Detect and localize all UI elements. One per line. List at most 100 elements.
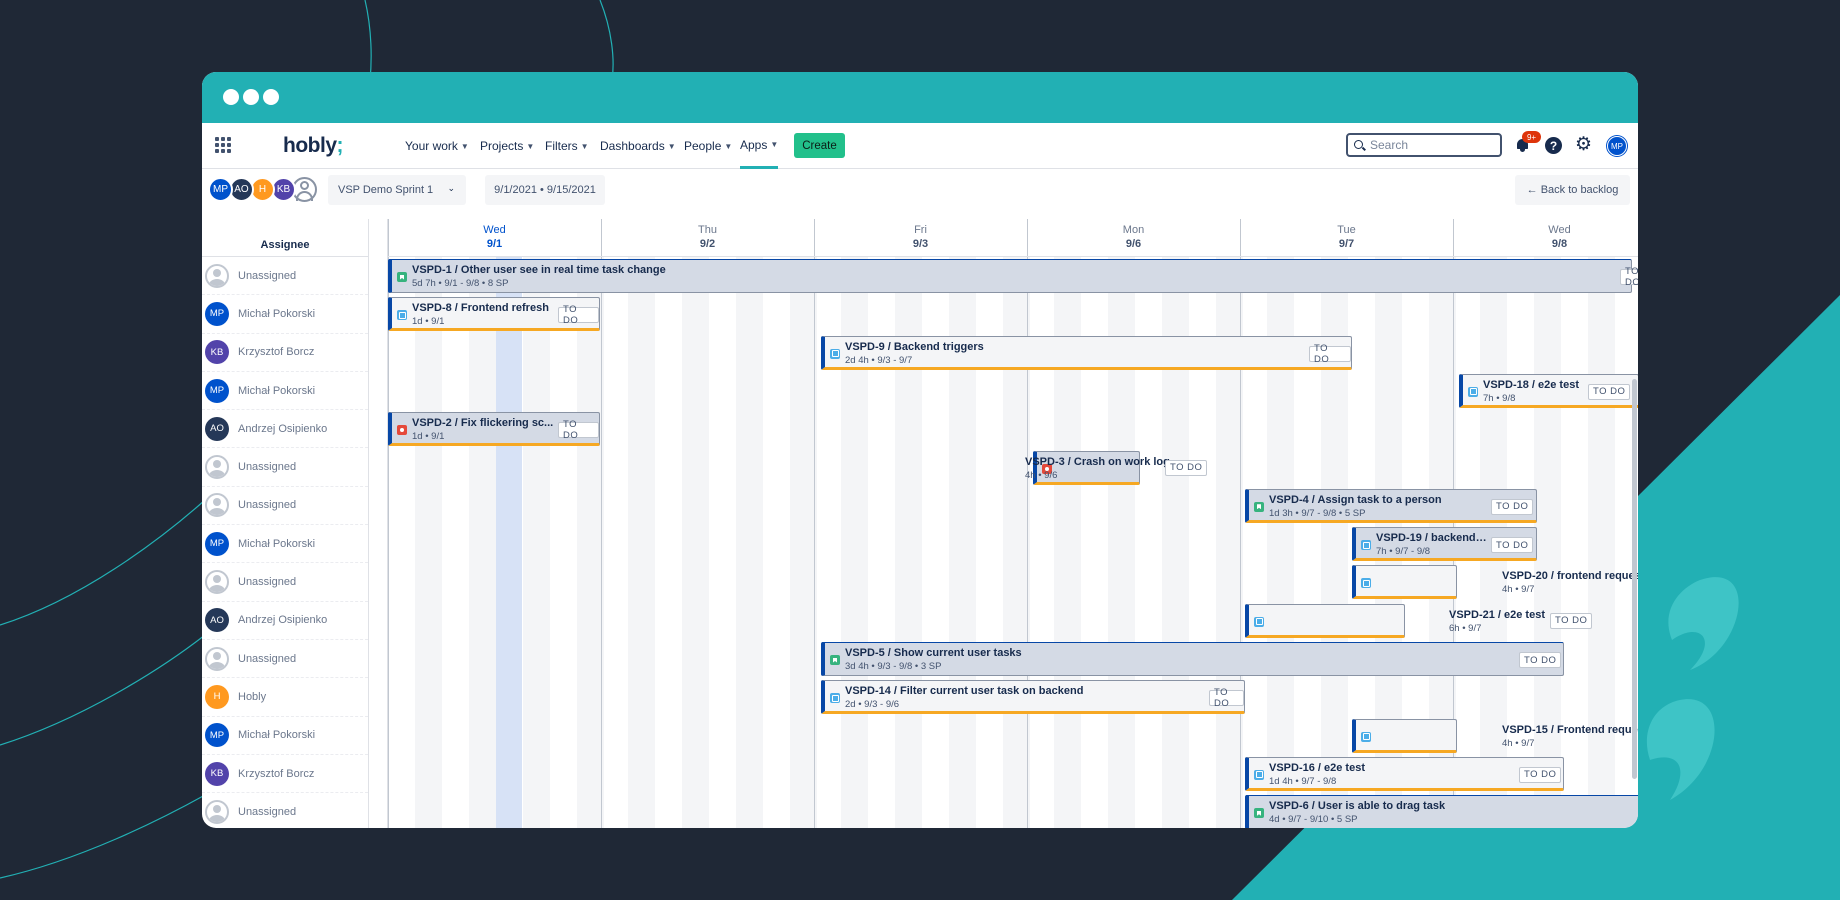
menu-filters[interactable]: Filters ▼	[545, 123, 589, 169]
hour-stripe	[415, 257, 442, 828]
user-avatar[interactable]: MP	[1607, 136, 1627, 156]
task-bar[interactable]: VSPD-6 / User is able to drag task 4d • 9…	[1245, 795, 1638, 828]
task-bar[interactable]: VSPD-19 / backend ... 7h • 9/7 - 9/8 TO DO	[1352, 527, 1537, 562]
hour-stripe	[736, 257, 763, 828]
filter-avatar-mp[interactable]: MP	[208, 177, 233, 202]
task-meta: 1d • 9/1	[412, 431, 445, 443]
status-badge[interactable]: TO DO	[1491, 537, 1534, 554]
app-switcher-icon[interactable]	[215, 137, 231, 153]
task-bar[interactable]	[1352, 718, 1457, 753]
search-input[interactable]: Search	[1346, 133, 1502, 157]
task-bar[interactable]: VSPD-5 / Show current user tasks 3d 4h • …	[821, 642, 1564, 676]
task-bar[interactable]: VSPD-14 / Filter current user task on ba…	[821, 680, 1245, 715]
menu-your-work[interactable]: Your work ▼	[405, 123, 469, 169]
task-bar[interactable]: VSPD-18 / e2e test 7h • 9/8 TO DO	[1459, 373, 1638, 408]
task-meta: 5d 7h • 9/1 - 9/8 • 8 SP	[412, 278, 509, 289]
sprint-select[interactable]: VSP Demo Sprint 1 ⌄	[328, 175, 466, 205]
task-meta: 4d • 9/7 - 9/10 • 5 SP	[1269, 814, 1358, 826]
day-date: 9/7	[1338, 238, 1355, 250]
menu-people[interactable]: People ▼	[684, 123, 732, 169]
assignee-name: Unassigned	[238, 576, 297, 589]
task-type-icon	[1361, 578, 1371, 589]
assignee-name: Krzysztof Borcz	[238, 767, 315, 780]
status-badge[interactable]: TO DO	[1209, 687, 1244, 709]
task-bar[interactable]: VSPD-8 / Frontend refresh 1d • 9/1 TO DO	[388, 297, 600, 332]
logo[interactable]: hobly;	[283, 134, 343, 158]
task-title: VSPD-2 / Fix flickering sc...	[412, 417, 554, 430]
timeline-gutter	[368, 219, 388, 828]
window-dot-3[interactable]	[263, 89, 279, 105]
hour-stripe	[790, 257, 817, 828]
assignee-name: Michał Pokorski	[238, 384, 316, 397]
assignee-name: Unassigned	[238, 652, 297, 665]
status-badge[interactable]: TO DO	[558, 419, 599, 441]
status-badge[interactable]: TO DO	[1588, 383, 1631, 400]
unassigned-avatar-icon	[205, 493, 229, 518]
assignee-row: KB Krzysztof Borcz	[202, 334, 368, 372]
status-badge[interactable]: TO DO	[1165, 459, 1208, 476]
assignee-avatar: KB	[205, 761, 229, 786]
task-title: VSPD-5 / Show current user tasks	[845, 647, 1022, 659]
assignee-name: Krzysztof Borcz	[238, 346, 315, 359]
day-header: Fri 9/3	[814, 219, 1027, 257]
window-dot-2[interactable]	[243, 89, 259, 105]
top-navigation: hobly; Your work ▼ Projects ▼ Filters ▼ Das…	[202, 123, 1638, 169]
unassigned-avatar-icon	[205, 570, 229, 595]
day-date: 9/1	[486, 238, 503, 250]
task-bar[interactable]: VSPD-1 / Other user see in real time tas…	[388, 259, 1638, 293]
task-bar[interactable]: VSPD-4 / Assign task to a person 1d 3h • …	[1245, 488, 1537, 523]
assignee-name: Andrzej Osipienko	[238, 422, 328, 435]
menu-apps[interactable]: Apps ▼	[740, 123, 779, 169]
day-header: Mon 9/6	[1027, 219, 1240, 257]
assignee-name: Unassigned	[238, 499, 297, 512]
status-badge[interactable]: TO DO	[1519, 652, 1562, 668]
settings-gear-icon[interactable]: ⚙	[1575, 135, 1592, 155]
assignee-avatar: AO	[205, 608, 229, 633]
status-badge[interactable]: TO DO	[1620, 266, 1638, 288]
create-button[interactable]: Create	[794, 133, 845, 158]
window-titlebar	[202, 72, 1638, 123]
help-icon[interactable]: ?	[1545, 137, 1562, 154]
task-type-icon	[1254, 616, 1264, 627]
assignee-name: Michał Pokorski	[238, 729, 316, 742]
task-type-icon	[1361, 731, 1371, 742]
task-bar[interactable]	[1352, 565, 1457, 600]
hour-stripe	[682, 257, 709, 828]
task-bar[interactable]: VSPD-16 / e2e test 1d 4h • 9/7 - 9/8 TO DO	[1245, 756, 1564, 791]
assignee-row: Unassigned	[202, 793, 368, 828]
task-meta: 7h • 9/7 - 9/8	[1376, 546, 1431, 558]
assignee-name: Unassigned	[238, 805, 297, 818]
status-badge[interactable]: TO DO	[1519, 766, 1562, 783]
task-title: VSPD-19 / backend ...	[1376, 532, 1487, 545]
assignee-name: Unassigned	[238, 461, 297, 474]
hour-stripe	[577, 257, 604, 828]
task-bar[interactable]: VSPD-9 / Backend triggers 2d 4h • 9/3 - 9…	[821, 335, 1352, 370]
assignee-row: Unassigned	[202, 563, 368, 602]
menu-projects[interactable]: Projects ▼	[480, 123, 534, 169]
assignee-name: Michał Pokorski	[238, 307, 316, 320]
menu-dashboards[interactable]: Dashboards ▼	[600, 123, 676, 169]
assignee-name: Michał Pokorski	[238, 537, 316, 550]
status-badge[interactable]: TO DO	[1491, 498, 1534, 515]
day-name: Thu	[698, 224, 717, 236]
gantt-board: Assignee Unassigned MP Michał Pokorski KB Kr…	[202, 219, 1638, 828]
day-header: Wed 9/8	[1453, 219, 1638, 257]
unassigned-avatar-icon	[205, 263, 229, 288]
status-badge[interactable]: TO DO	[1309, 343, 1351, 365]
assignee-row: Unassigned	[202, 257, 368, 296]
day-name: Tue	[1337, 224, 1356, 236]
vertical-scrollbar[interactable]	[1632, 379, 1637, 779]
chevron-down-icon: ▼	[526, 141, 535, 151]
chevron-down-icon: ⌄	[447, 183, 455, 193]
task-bar[interactable]: VSPD-2 / Fix flickering sc... 1d • 9/1 TO …	[388, 412, 600, 447]
story-type-icon	[397, 272, 407, 282]
chevron-down-icon: ▼	[580, 141, 589, 151]
assignee-row: Unassigned	[202, 487, 368, 526]
back-to-backlog-button[interactable]: ← Back to backlog	[1515, 175, 1630, 205]
task-bar[interactable]	[1245, 603, 1405, 638]
window-dot-1[interactable]	[223, 89, 239, 105]
task-meta: 2d • 9/3 - 9/6	[845, 699, 900, 711]
story-type-icon	[830, 655, 840, 665]
status-badge[interactable]: TO DO	[558, 304, 599, 326]
status-badge[interactable]: TO DO	[1550, 612, 1593, 629]
